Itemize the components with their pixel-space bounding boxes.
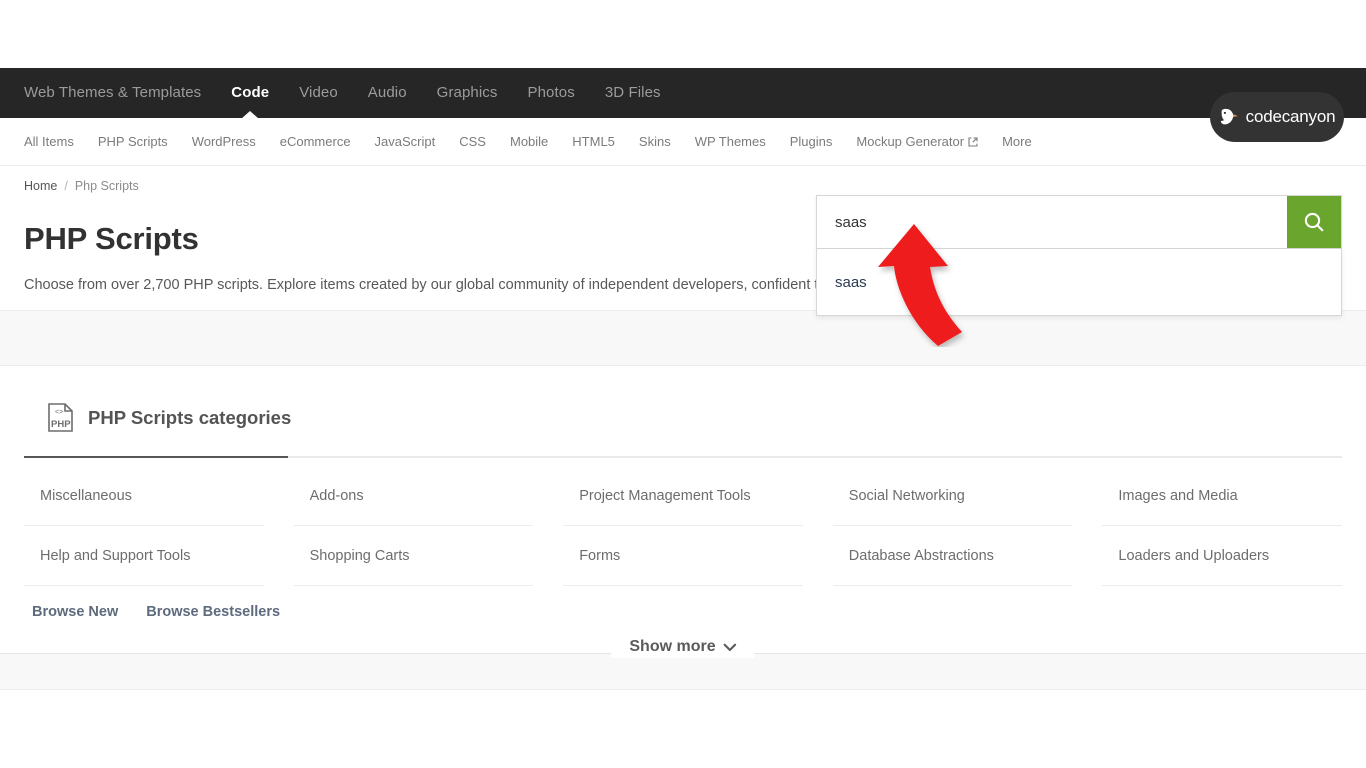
search-suggestions-dropdown: saas bbox=[816, 249, 1342, 316]
primary-nav-item-1[interactable]: Code bbox=[231, 68, 269, 118]
secondary-nav-item-10[interactable]: Plugins bbox=[790, 134, 833, 149]
primary-nav-item-3[interactable]: Audio bbox=[368, 68, 407, 118]
primary-nav-items: Web Themes & Templates Code Video Audio Grap… bbox=[0, 68, 1366, 118]
categories-tab-underline bbox=[24, 456, 1342, 458]
svg-text:PHP: PHP bbox=[51, 419, 71, 430]
codecanyon-brand-logo[interactable]: codecanyon bbox=[1210, 92, 1344, 142]
search-submit-button[interactable] bbox=[1287, 196, 1341, 248]
category-cell[interactable]: Forms bbox=[563, 526, 803, 586]
category-cell[interactable]: Help and Support Tools bbox=[24, 526, 264, 586]
secondary-nav-label: CSS bbox=[459, 134, 486, 149]
category-link-7[interactable]: Forms bbox=[579, 548, 620, 564]
secondary-nav-label: Mockup Generator bbox=[856, 134, 965, 149]
category-link-6[interactable]: Shopping Carts bbox=[310, 548, 410, 564]
categories-section: <> PHP PHP Scripts categories Miscellane… bbox=[0, 366, 1366, 620]
category-link-8[interactable]: Database Abstractions bbox=[849, 548, 994, 564]
category-link-0[interactable]: Miscellaneous bbox=[40, 488, 132, 504]
secondary-nav-label: All Items bbox=[24, 134, 74, 149]
search-region: saas bbox=[816, 195, 1342, 316]
breadcrumb-separator: / bbox=[64, 179, 68, 193]
category-link-2[interactable]: Project Management Tools bbox=[579, 488, 750, 504]
show-more-button[interactable]: Show more bbox=[611, 636, 755, 658]
category-link-9[interactable]: Loaders and Uploaders bbox=[1118, 548, 1269, 564]
secondary-nav-label: Plugins bbox=[789, 134, 833, 149]
search-box bbox=[816, 195, 1342, 249]
secondary-nav-item-0[interactable]: All Items bbox=[24, 134, 74, 149]
secondary-navbar: All Items PHP Scripts WordPress eCommerce Ja… bbox=[0, 118, 1366, 166]
secondary-nav-item-9[interactable]: WP Themes bbox=[695, 134, 766, 149]
chevron-down-icon bbox=[723, 643, 737, 651]
secondary-nav-label: Skins bbox=[638, 134, 671, 149]
primary-nav-item-6[interactable]: 3D Files bbox=[605, 68, 661, 118]
secondary-nav-label: eCommerce bbox=[279, 134, 351, 149]
categories-header: <> PHP PHP Scripts categories bbox=[0, 366, 1366, 438]
search-icon bbox=[1304, 212, 1324, 232]
secondary-nav-item-1[interactable]: PHP Scripts bbox=[98, 134, 168, 149]
category-link-4[interactable]: Images and Media bbox=[1118, 488, 1237, 504]
primary-nav-item-2[interactable]: Video bbox=[299, 68, 338, 118]
breadcrumb-current: Php Scripts bbox=[74, 179, 139, 193]
category-cell[interactable]: Images and Media bbox=[1102, 466, 1342, 526]
filter-bar bbox=[0, 310, 1366, 366]
secondary-nav-item-4[interactable]: JavaScript bbox=[375, 134, 436, 149]
primary-nav-item-4[interactable]: Graphics bbox=[437, 68, 498, 118]
search-suggestion-0[interactable]: saas bbox=[817, 249, 1341, 315]
footer-band bbox=[0, 654, 1366, 690]
breadcrumb-home[interactable]: Home bbox=[24, 179, 57, 193]
primary-nav-item-5[interactable]: Photos bbox=[528, 68, 575, 118]
category-link-3[interactable]: Social Networking bbox=[849, 488, 965, 504]
svg-text:<>: <> bbox=[55, 409, 63, 416]
category-cell[interactable]: Project Management Tools bbox=[563, 466, 803, 526]
browse-link-0[interactable]: Browse New bbox=[32, 604, 118, 620]
secondary-nav-label: WP Themes bbox=[694, 134, 766, 149]
php-file-icon: <> PHP bbox=[48, 403, 73, 432]
categories-title: PHP Scripts categories bbox=[88, 407, 292, 428]
browse-links: Browse New Browse Bestsellers bbox=[0, 586, 1366, 620]
category-cell[interactable]: Shopping Carts bbox=[293, 526, 534, 586]
secondary-nav-item-3[interactable]: eCommerce bbox=[280, 134, 351, 149]
secondary-nav-item-5[interactable]: CSS bbox=[459, 134, 486, 149]
secondary-nav-item-2[interactable]: WordPress bbox=[192, 134, 256, 149]
category-link-5[interactable]: Help and Support Tools bbox=[40, 548, 190, 564]
search-input[interactable] bbox=[817, 196, 1287, 248]
category-cell[interactable]: Social Networking bbox=[832, 466, 1073, 526]
secondary-nav-label: PHP Scripts bbox=[97, 134, 168, 149]
browse-link-1[interactable]: Browse Bestsellers bbox=[146, 604, 280, 620]
secondary-nav-label: HTML5 bbox=[572, 134, 615, 149]
show-more-label: Show more bbox=[629, 638, 716, 655]
secondary-nav-item-8[interactable]: Skins bbox=[639, 134, 671, 149]
secondary-nav-label: More bbox=[1002, 134, 1032, 149]
primary-navbar: Web Themes & Templates Code Video Audio Grap… bbox=[0, 68, 1366, 142]
secondary-nav-item-7[interactable]: HTML5 bbox=[572, 134, 615, 149]
page-root: Web Themes & Templates Code Video Audio Grap… bbox=[0, 0, 1366, 768]
page-title: PHP Scripts bbox=[24, 221, 199, 256]
secondary-nav-item-12[interactable]: More bbox=[1002, 134, 1032, 149]
secondary-nav-label: Mobile bbox=[509, 134, 549, 149]
brand-name: codecanyon bbox=[1245, 107, 1336, 126]
primary-nav-item-0[interactable]: Web Themes & Templates bbox=[24, 68, 201, 118]
category-cell[interactable]: Add-ons bbox=[293, 466, 534, 526]
secondary-nav-label: WordPress bbox=[191, 134, 256, 149]
external-link-icon bbox=[968, 136, 978, 147]
category-cell[interactable]: Database Abstractions bbox=[832, 526, 1073, 586]
bird-icon bbox=[1220, 108, 1238, 125]
secondary-nav-item-11[interactable]: Mockup Generator bbox=[856, 134, 978, 149]
secondary-nav-item-6[interactable]: Mobile bbox=[510, 134, 548, 149]
category-cell[interactable]: Loaders and Uploaders bbox=[1102, 526, 1342, 586]
breadcrumb: Home / Php Scripts bbox=[24, 179, 139, 193]
secondary-nav-label: JavaScript bbox=[374, 134, 436, 149]
category-link-1[interactable]: Add-ons bbox=[310, 488, 364, 504]
category-cell[interactable]: Miscellaneous bbox=[24, 466, 264, 526]
categories-grid: Miscellaneous Add-ons Project Management T… bbox=[0, 466, 1366, 586]
